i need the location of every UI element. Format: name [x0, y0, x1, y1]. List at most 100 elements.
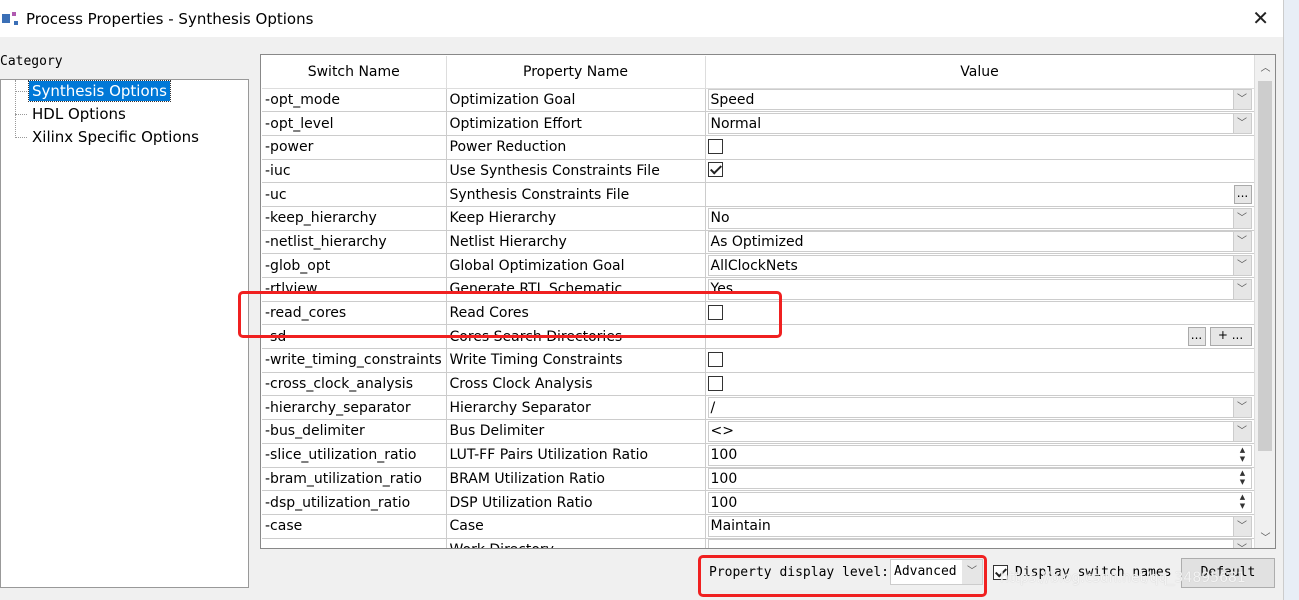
value-cell[interactable]: 100 ▲ ▼ [705, 443, 1255, 468]
switch-name-cell: -dsp_utilization_ratio [262, 490, 447, 515]
value-cell[interactable] [705, 301, 1255, 326]
spin-arrows-icon[interactable]: ▲ ▼ [1235, 446, 1251, 465]
value-cell[interactable]: 100 ▲ ▼ [705, 490, 1255, 515]
value-cell[interactable]: Normal ﹀ [705, 111, 1255, 136]
value-dropdown[interactable]: ﹀ [707, 539, 1252, 548]
display-level-value: Advanced [894, 564, 957, 579]
property-name-cell: BRAM Utilization Ratio [446, 467, 706, 492]
add-directory-button[interactable]: + ... [1209, 327, 1252, 347]
chevron-down-icon[interactable]: ﹀ [1232, 232, 1251, 252]
value-cell[interactable]: ... [705, 182, 1255, 207]
table-row[interactable]: -write_timing_constraints Write Timing Co… [262, 348, 1255, 373]
table-row[interactable]: -bus_delimiter Bus Delimiter <> ﹀ [262, 419, 1255, 444]
spin-arrows-icon[interactable]: ▲ ▼ [1235, 493, 1251, 512]
category-tree[interactable]: Synthesis Options HDL Options Xilinx Spe… [0, 79, 249, 588]
value-cell[interactable]: Speed ﹀ [705, 88, 1255, 113]
display-level-select[interactable]: Advanced ﹀ [890, 559, 983, 585]
spin-arrows-icon[interactable]: ▲ ▼ [1235, 469, 1251, 488]
value-dropdown[interactable]: Maintain ﹀ [707, 515, 1252, 537]
table-row[interactable]: -cross_clock_analysis Cross Clock Analysi… [262, 372, 1255, 397]
properties-grid: Switch Name Property Name Value -opt_mod… [260, 54, 1276, 549]
chevron-down-icon[interactable]: ﹀ [962, 560, 982, 584]
table-row[interactable]: -glob_opt Global Optimization Goal AllCloc… [262, 253, 1255, 278]
value-checkbox[interactable] [707, 375, 723, 391]
value-dropdown[interactable]: <> ﹀ [707, 420, 1252, 442]
value-dropdown[interactable]: Normal ﹀ [707, 113, 1252, 135]
switch-name-cell: -bram_utilization_ratio [262, 467, 447, 492]
chevron-down-icon[interactable]: ﹀ [1232, 421, 1251, 441]
scrollbar-thumb[interactable] [1258, 81, 1272, 451]
property-name-cell: Case [446, 514, 706, 539]
switch-name-cell: -rtlview [262, 277, 447, 302]
column-header-switch-name[interactable]: Switch Name [262, 56, 447, 89]
browse-button[interactable]: ... [1187, 327, 1206, 347]
table-row[interactable]: -netlist_hierarchy Netlist Hierarchy As Op… [262, 230, 1255, 255]
value-checkbox[interactable] [707, 138, 723, 154]
table-row[interactable]: -hierarchy_separator Hierarchy Separator /… [262, 395, 1255, 421]
table-row[interactable]: -opt_level Optimization Effort Normal ﹀ [262, 111, 1255, 136]
chevron-down-icon[interactable]: ﹀ [1232, 90, 1251, 110]
chevron-down-icon[interactable]: ﹀ [1232, 516, 1251, 536]
scroll-down-icon[interactable]: ﹀ [1255, 529, 1275, 544]
table-row[interactable]: -dsp_utilization_ratio DSP Utilization Ra… [262, 490, 1255, 515]
value-dropdown[interactable]: No ﹀ [707, 207, 1252, 229]
value-cell[interactable]: ﹀ [705, 538, 1255, 548]
scroll-up-icon[interactable]: ︿ [1255, 59, 1275, 74]
value-spinner[interactable]: 100 ▲ ▼ [707, 444, 1252, 466]
value-cell[interactable] [705, 159, 1255, 184]
tree-item-synthesis-options[interactable]: Synthesis Options [28, 80, 171, 102]
value-dropdown[interactable]: / ﹀ [707, 397, 1252, 419]
table-row[interactable]: -uc Synthesis Constraints File... [262, 182, 1255, 207]
chevron-down-icon[interactable]: ﹀ [1232, 114, 1251, 134]
value-text: No [710, 210, 730, 227]
table-row[interactable]: -read_cores Read Cores [262, 301, 1255, 326]
chevron-down-icon[interactable]: ﹀ [1232, 256, 1251, 276]
value-cell[interactable]: AllClockNets ﹀ [705, 253, 1255, 278]
value-cell[interactable]: ... + ... [705, 324, 1255, 350]
value-checkbox[interactable] [707, 304, 723, 320]
value-cell[interactable]: Maintain ﹀ [705, 514, 1255, 539]
value-dropdown[interactable]: Yes ﹀ [707, 278, 1252, 300]
value-cell[interactable]: 100 ▲ ▼ [705, 467, 1255, 492]
table-row[interactable]: -case Case Maintain ﹀ [262, 514, 1255, 539]
close-button[interactable]: ✕ [1252, 6, 1269, 30]
value-cell[interactable]: <> ﹀ [705, 419, 1255, 444]
value-dropdown[interactable]: Speed ﹀ [707, 89, 1252, 111]
value-text: 100 [710, 494, 738, 511]
table-row[interactable]: -iuc Use Synthesis Constraints File [262, 159, 1255, 184]
chevron-down-icon[interactable]: ﹀ [1232, 279, 1251, 299]
value-spinner[interactable]: 100 ▲ ▼ [707, 468, 1252, 490]
value-spinner[interactable]: 100 ▲ ▼ [707, 492, 1252, 514]
value-dropdown[interactable]: AllClockNets ﹀ [707, 255, 1252, 277]
table-row[interactable]: -opt_mode Optimization Goal Speed ﹀ [262, 88, 1255, 113]
tree-item-hdl-options[interactable]: HDL Options [29, 104, 129, 124]
switch-name-cell: -uc [262, 182, 447, 207]
vertical-scrollbar[interactable]: ︿ ﹀ [1254, 55, 1275, 548]
table-row[interactable]: -sd Cores Search Directories... + ... [262, 324, 1255, 350]
value-cell[interactable] [705, 135, 1255, 160]
chevron-down-icon[interactable]: ﹀ [1232, 398, 1251, 418]
column-header-property-name[interactable]: Property Name [446, 56, 706, 89]
table-row[interactable]: -rtlview Generate RTL Schematic Yes ﹀ [262, 277, 1255, 302]
chevron-down-icon[interactable]: ﹀ [1232, 540, 1251, 548]
chevron-down-icon[interactable]: ﹀ [1232, 208, 1251, 228]
table-row[interactable]: -bram_utilization_ratio BRAM Utilization … [262, 467, 1255, 492]
value-cell[interactable] [705, 348, 1255, 373]
browse-button[interactable]: ... [1233, 185, 1252, 205]
value-cell[interactable]: Yes ﹀ [705, 277, 1255, 302]
background-window-strip [1283, 0, 1299, 600]
table-row[interactable]: -keep_hierarchy Keep Hierarchy No ﹀ [262, 206, 1255, 231]
tree-item-xilinx-specific-options[interactable]: Xilinx Specific Options [29, 127, 202, 147]
table-row[interactable]: Work Directory ﹀ [262, 538, 1255, 548]
column-header-value[interactable]: Value [705, 56, 1255, 89]
value-checkbox[interactable] [707, 162, 723, 178]
value-cell[interactable]: No ﹀ [705, 206, 1255, 231]
switch-name-cell: -netlist_hierarchy [262, 230, 447, 255]
value-dropdown[interactable]: As Optimized ﹀ [707, 231, 1252, 253]
table-row[interactable]: -power Power Reduction [262, 135, 1255, 160]
value-cell[interactable]: / ﹀ [705, 395, 1255, 421]
value-cell[interactable]: As Optimized ﹀ [705, 230, 1255, 255]
table-row[interactable]: -slice_utilization_ratio LUT-FF Pairs Uti… [262, 443, 1255, 468]
value-checkbox[interactable] [707, 351, 723, 367]
value-cell[interactable] [705, 372, 1255, 397]
